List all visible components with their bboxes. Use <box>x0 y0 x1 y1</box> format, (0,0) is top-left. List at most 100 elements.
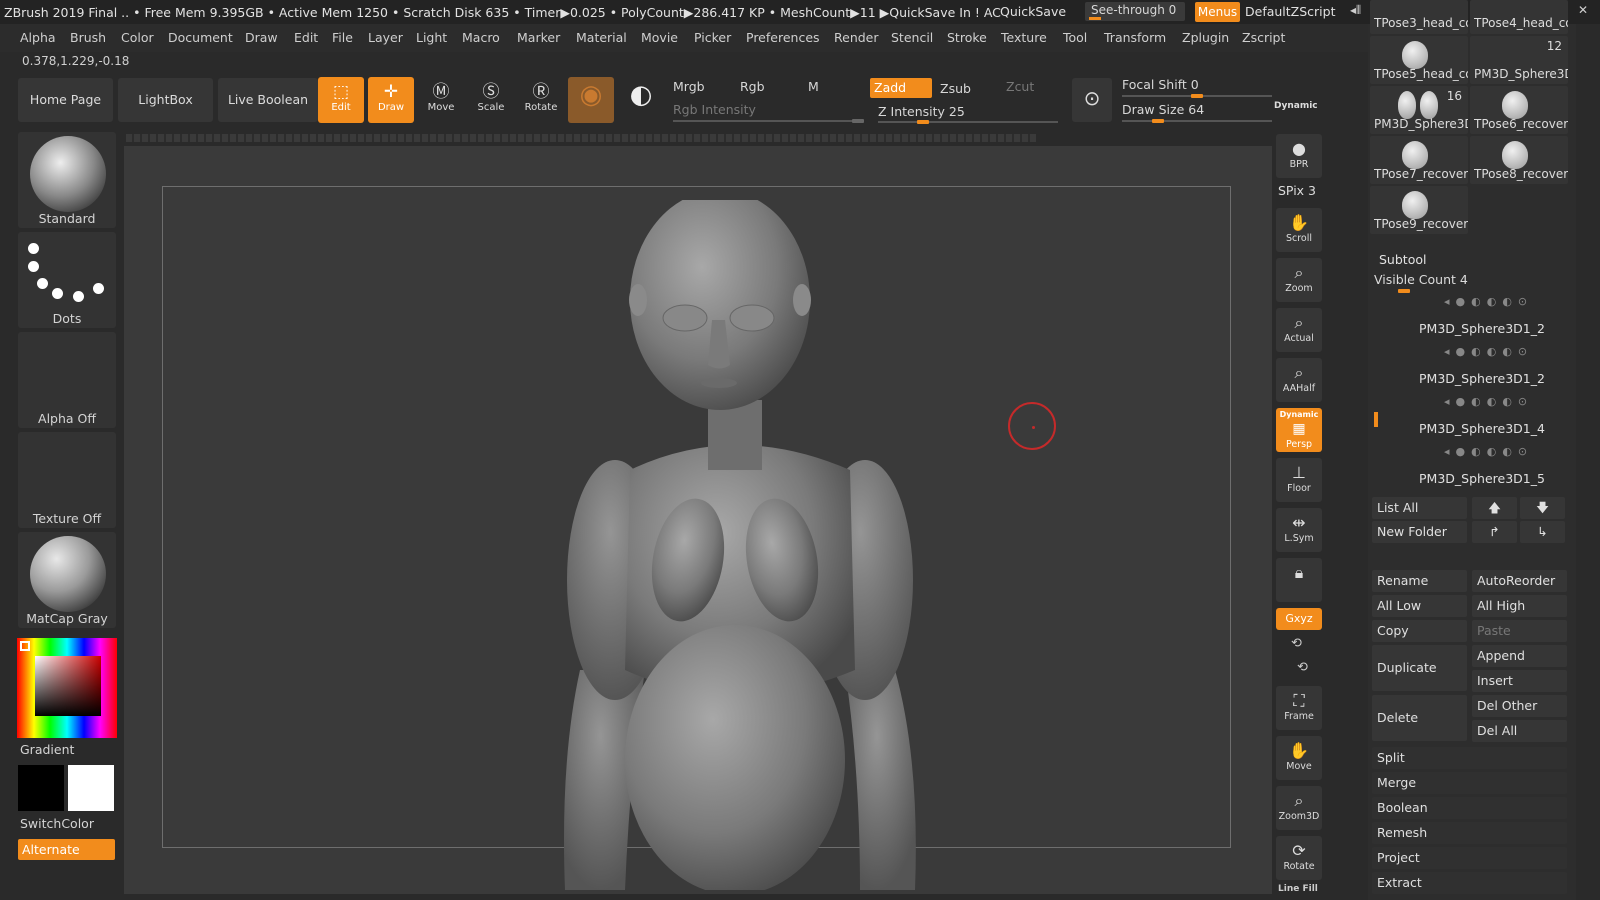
draw-size-knob[interactable] <box>1151 119 1164 123</box>
menu-draw[interactable]: Draw <box>245 30 278 45</box>
subtool-row-icons[interactable]: ◂●◐◐◐⊙ <box>1444 345 1533 358</box>
menu-macro[interactable]: Macro <box>462 30 500 45</box>
menu-picker[interactable]: Picker <box>694 30 731 45</box>
all-high-button[interactable]: All High <box>1472 595 1567 617</box>
folder-out-button[interactable]: ↱ <box>1472 521 1517 543</box>
bpr-button[interactable]: ● BPR <box>1276 134 1322 178</box>
draw-size-slider[interactable] <box>1122 120 1272 122</box>
autoreorder-button[interactable]: AutoReorder <box>1472 570 1567 592</box>
menu-movie[interactable]: Movie <box>641 30 678 45</box>
subtool-header[interactable]: Subtool <box>1379 252 1426 267</box>
subtool-row[interactable]: ◂●◐◐◐⊙ PM3D_Sphere3D1_5 <box>1388 442 1568 490</box>
menu-light[interactable]: Light <box>416 30 447 45</box>
alternate-toggle[interactable]: Alternate <box>18 839 115 860</box>
move-view-button[interactable]: ✋ Move <box>1276 736 1322 780</box>
gradient-toggle[interactable]: Gradient <box>20 742 74 757</box>
append-button[interactable]: Append <box>1472 645 1567 667</box>
del-other-button[interactable]: Del Other <box>1472 695 1567 717</box>
home-page-tab[interactable]: Home Page <box>18 78 113 122</box>
persp-button[interactable]: Dynamic ▦ Persp <box>1276 408 1322 452</box>
subtool-row-icons[interactable]: ◂●◐◐◐⊙ <box>1444 395 1533 408</box>
xyz-button[interactable]: Gxyz <box>1276 608 1322 630</box>
delete-button[interactable]: Delete <box>1372 695 1467 741</box>
z-intensity-knob[interactable] <box>917 120 929 124</box>
rgb-intensity-slider[interactable] <box>673 120 863 122</box>
m-toggle[interactable]: M <box>808 79 819 94</box>
live-boolean-tab[interactable]: Live Boolean <box>218 78 318 122</box>
boolean-section[interactable]: Boolean <box>1372 797 1567 819</box>
lazy-mouse-button[interactable]: ⊙ <box>1072 78 1112 122</box>
frame-button[interactable]: ⛶ Frame <box>1276 686 1322 730</box>
menu-tool[interactable]: Tool <box>1063 30 1087 45</box>
menu-texture[interactable]: Texture <box>1001 30 1047 45</box>
zoom-button[interactable]: ⌕ Zoom <box>1276 258 1322 302</box>
remesh-section[interactable]: Remesh <box>1372 822 1567 844</box>
default-zscript-button[interactable]: DefaultZScript <box>1245 4 1336 19</box>
menu-layer[interactable]: Layer <box>368 30 403 45</box>
rename-button[interactable]: Rename <box>1372 570 1467 592</box>
line-fill-button[interactable]: Line Fill <box>1278 884 1318 894</box>
floor-button[interactable]: ⊥ Floor <box>1276 458 1322 502</box>
menu-edit[interactable]: Edit <box>294 30 318 45</box>
zsub-toggle[interactable]: Zsub <box>940 81 971 96</box>
insert-button[interactable]: Insert <box>1472 670 1567 692</box>
actual-button[interactable]: ⌕ Actual <box>1276 308 1322 352</box>
all-low-button[interactable]: All Low <box>1372 595 1467 617</box>
aahalf-button[interactable]: ⌕ AAHalf <box>1276 358 1322 402</box>
menu-zplugin[interactable]: Zplugin <box>1182 30 1229 45</box>
tool-thumb-selected[interactable]: 16 PM3D_Sphere3D <box>1370 86 1468 134</box>
menu-render[interactable]: Render <box>834 30 879 45</box>
dynamic-size-toggle[interactable]: Dynamic <box>1274 101 1318 111</box>
menus-toggle[interactable]: Menus <box>1195 2 1240 22</box>
rotate-button[interactable]: Ⓡ Rotate <box>518 77 564 123</box>
menu-brush[interactable]: Brush <box>70 30 106 45</box>
lsym-button[interactable]: ⇹ L.Sym <box>1276 508 1322 552</box>
duplicate-button[interactable]: Duplicate <box>1372 645 1467 691</box>
move-button[interactable]: Ⓜ Move <box>418 77 464 123</box>
quicksave-button[interactable]: QuickSave <box>1000 4 1066 19</box>
copy-button[interactable]: Copy <box>1372 620 1467 642</box>
subtool-row-active[interactable]: ◂●◐◐◐⊙ PM3D_Sphere3D1_4 <box>1388 392 1568 440</box>
tool-thumb[interactable]: TPose9_recovere <box>1370 186 1468 234</box>
visible-count-slider[interactable]: Visible Count 4 <box>1374 272 1468 287</box>
color-picker-marker[interactable] <box>20 641 30 651</box>
tool-thumb[interactable]: TPose3_head_co <box>1370 0 1468 34</box>
focal-shift-knob[interactable] <box>1191 94 1203 98</box>
material-selector[interactable]: MatCap Gray <box>18 532 116 628</box>
subtool-row-icons[interactable]: ◂●◐◐◐⊙ <box>1444 445 1533 458</box>
sculpt-model[interactable] <box>520 200 950 890</box>
subtool-row[interactable]: ◂●◐◐◐⊙ PM3D_Sphere3D1_2 <box>1388 342 1568 390</box>
layout-left-icon[interactable]: ◂⫴ <box>1350 3 1361 18</box>
tool-thumb[interactable]: TPose7_recovere <box>1370 136 1468 184</box>
del-all-button[interactable]: Del All <box>1472 720 1567 742</box>
edit-button[interactable]: ⬚ Edit <box>318 77 364 123</box>
menu-transform[interactable]: Transform <box>1104 30 1166 45</box>
menu-preferences[interactable]: Preferences <box>746 30 820 45</box>
brush-selector[interactable]: Standard <box>18 132 116 228</box>
lightbox-tab[interactable]: LightBox <box>118 78 213 122</box>
list-all-button[interactable]: List All <box>1372 497 1467 519</box>
menu-material[interactable]: Material <box>576 30 627 45</box>
stroke-selector[interactable]: Dots <box>18 232 116 328</box>
tool-thumb[interactable]: 12 PM3D_Sphere3D <box>1470 36 1568 84</box>
zoom3d-button[interactable]: ⌕ Zoom3D <box>1276 786 1322 830</box>
spix-label[interactable]: SPix 3 <box>1278 183 1316 198</box>
new-folder-button[interactable]: New Folder <box>1372 521 1467 543</box>
draw-button[interactable]: ✛ Draw <box>368 77 414 123</box>
menu-stroke[interactable]: Stroke <box>947 30 987 45</box>
menu-stencil[interactable]: Stencil <box>891 30 933 45</box>
folder-in-button[interactable]: ↳ <box>1520 521 1565 543</box>
menu-alpha[interactable]: Alpha <box>20 30 56 45</box>
paste-button[interactable]: Paste <box>1472 620 1567 642</box>
secondary-color-swatch[interactable] <box>68 765 114 811</box>
mrgb-toggle[interactable]: Mrgb <box>673 79 705 94</box>
color-picker[interactable] <box>17 638 117 738</box>
scale-button[interactable]: Ⓢ Scale <box>468 77 514 123</box>
tool-thumb[interactable]: TPose8_recovere <box>1470 136 1568 184</box>
see-through-slider[interactable]: See-through 0 <box>1085 2 1185 21</box>
subtool-row[interactable]: ◂●◐◐◐⊙ PM3D_Sphere3D1_2 <box>1388 292 1568 340</box>
extract-section[interactable]: Extract <box>1372 872 1567 894</box>
rotate-view-button[interactable]: ⟳ Rotate <box>1276 836 1322 880</box>
menu-file[interactable]: File <box>332 30 353 45</box>
rgb-toggle[interactable]: Rgb <box>740 79 765 94</box>
